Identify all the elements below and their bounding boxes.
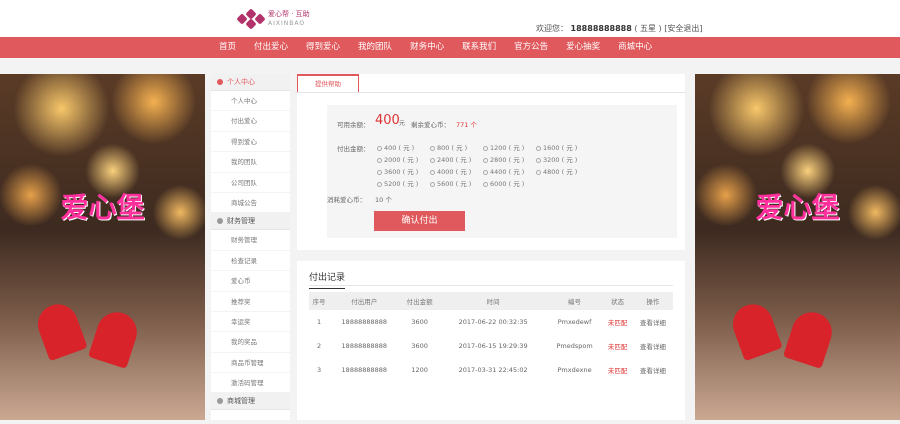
table-header-row: 序号 付出用户 付出金额 时间 编号 状态 操作: [309, 292, 673, 310]
consume-value: 10 个: [375, 196, 392, 204]
sidebar-item-my-team[interactable]: 我的团队: [211, 152, 290, 173]
coin-label: 剩余爱心币：: [411, 121, 450, 129]
sidebar-item-love-coin[interactable]: 爱心币: [211, 271, 290, 292]
background-image-right: 爱心堡: [695, 74, 900, 420]
sidebar-item-give-love[interactable]: 付出爱心: [211, 111, 290, 132]
amount-option-2000[interactable]: 2000 ( 元 ): [377, 154, 418, 164]
sidebar-item-mall-notice[interactable]: 商城公告: [211, 193, 290, 214]
available-value: 400: [375, 113, 400, 128]
background-logo: 爱心堡: [755, 191, 840, 224]
column-header: 付出金额: [399, 292, 440, 310]
consume-label: 消耗爱心币：: [327, 196, 366, 204]
available-label: 可用余额：: [337, 121, 370, 129]
nav-announcements[interactable]: 官方公告: [505, 37, 557, 58]
nav-contact[interactable]: 联系我们: [453, 37, 505, 58]
view-details-link[interactable]: 查看详细: [633, 310, 673, 334]
table-row: 3 18888888888 1200 2017-03-31 22:45:02 P…: [309, 358, 673, 382]
logout-link[interactable]: [安全退出]: [664, 24, 702, 33]
site-logo[interactable]: 爱心帮 · 互助 AIXINBAO: [236, 8, 310, 30]
sidebar-group-personal[interactable]: 个人中心: [211, 74, 290, 91]
nav-home[interactable]: 首页: [210, 37, 245, 58]
view-details-link[interactable]: 查看详细: [633, 334, 673, 358]
sidebar-item-finance[interactable]: 财务管理: [211, 230, 290, 251]
welcome-text: 欢迎您： 18888888888 ( 五星 ) [安全退出]: [536, 23, 702, 34]
finance-icon: [217, 218, 223, 225]
amount-option-400[interactable]: 400 ( 元 ): [377, 142, 414, 152]
help-panel: 提供帮助 可用余额： 400 元 剩余爱心币： 771 个 付出金额： 400 …: [297, 74, 685, 250]
welcome-prefix: 欢迎您：: [536, 24, 568, 33]
sidebar-item-referral[interactable]: 推荐奖: [211, 292, 290, 312]
sidebar-item-goods-coin[interactable]: 商品币管理: [211, 353, 290, 374]
sidebar-group-finance[interactable]: 财务管理: [211, 213, 290, 231]
coin-value: 771 个: [456, 121, 477, 129]
sidebar-item-company-team[interactable]: 公司团队: [211, 173, 290, 193]
user-tag: ( 五星 ): [634, 24, 662, 33]
user-phone: 18888888888: [570, 24, 632, 33]
column-header: 序号: [309, 292, 330, 310]
amount-option-2400[interactable]: 2400 ( 元 ): [430, 154, 471, 164]
logo-mark-icon: [236, 8, 266, 30]
nav-my-team[interactable]: 我的团队: [349, 37, 401, 58]
records-panel: 付出记录 序号 付出用户 付出金额 时间 编号 状态 操作 1 18888888…: [297, 261, 685, 420]
sidebar-item-get-love[interactable]: 得到爱心: [211, 132, 290, 153]
nav-lottery[interactable]: 爱心抽奖: [557, 37, 609, 58]
amount-option-3600[interactable]: 3600 ( 元 ): [377, 166, 418, 176]
column-header: 状态: [602, 292, 633, 310]
background-image-left: 爱心堡: [0, 74, 205, 420]
table-row: 1 18888888888 3600 2017-06-22 00:32:35 P…: [309, 310, 673, 334]
sidebar-group-mall[interactable]: 商城管理: [211, 393, 290, 411]
main-nav: 首页 付出爱心 得到爱心 我的团队 财务中心 联系我们 官方公告 爱心抽奖 商城…: [0, 37, 900, 58]
tab-provide-help[interactable]: 提供帮助: [297, 74, 359, 92]
sidebar-item-records[interactable]: 检查记录: [211, 251, 290, 272]
main-content: 提供帮助 可用余额： 400 元 剩余爱心币： 771 个 付出金额： 400 …: [297, 74, 685, 420]
logo-subtext: AIXINBAO: [268, 20, 306, 27]
amount-option-6000[interactable]: 6000 ( 元 ): [483, 178, 524, 188]
column-header: 付出用户: [329, 292, 400, 310]
sidebar-item-prizes[interactable]: 我的奖品: [211, 332, 290, 353]
amount-option-1600[interactable]: 1600 ( 元 ): [536, 142, 577, 152]
view-details-link[interactable]: 查看详细: [633, 358, 673, 382]
amount-option-800[interactable]: 800 ( 元 ): [430, 142, 467, 152]
records-table: 序号 付出用户 付出金额 时间 编号 状态 操作 1 18888888888 3…: [309, 292, 673, 382]
user-icon: [217, 79, 223, 85]
amount-option-1200[interactable]: 1200 ( 元 ): [483, 142, 524, 152]
mall-icon: [217, 398, 223, 405]
amount-label: 付出金额：: [337, 145, 370, 153]
column-header: 操作: [632, 292, 673, 310]
amount-option-5600[interactable]: 5600 ( 元 ): [430, 178, 471, 188]
available-unit: 元: [399, 120, 406, 127]
top-bar: 爱心帮 · 互助 AIXINBAO 欢迎您： 18888888888 ( 五星 …: [0, 0, 900, 37]
sidebar-item-personal-center[interactable]: 个人中心: [211, 91, 290, 112]
records-title: 付出记录: [309, 270, 346, 289]
table-row: 2 18888888888 3600 2017-06-15 19:29:39 P…: [309, 334, 673, 358]
background-logo: 爱心堡: [60, 191, 145, 224]
column-header: 编号: [546, 292, 603, 310]
nav-mall[interactable]: 商城中心: [609, 37, 661, 58]
nav-get-love[interactable]: 得到爱心: [297, 37, 349, 58]
amount-option-3200[interactable]: 3200 ( 元 ): [536, 154, 577, 164]
sidebar: 个人中心 个人中心 付出爱心 得到爱心 我的团队 公司团队 商城公告 财务管理 …: [211, 74, 290, 420]
amount-option-5200[interactable]: 5200 ( 元 ): [377, 178, 418, 188]
amount-option-2800[interactable]: 2800 ( 元 ): [483, 154, 524, 164]
column-header: 时间: [439, 292, 547, 310]
amount-option-4000[interactable]: 4000 ( 元 ): [430, 166, 471, 176]
sidebar-item-lucky[interactable]: 幸运奖: [211, 312, 290, 333]
confirm-button[interactable]: 确认付出: [374, 211, 465, 231]
logo-text: 爱心帮 · 互助: [268, 10, 310, 18]
amount-option-4800[interactable]: 4800 ( 元 ): [536, 166, 577, 176]
nav-finance[interactable]: 财务中心: [401, 37, 453, 58]
status-badge: 未匹配: [607, 367, 628, 375]
status-badge: 未匹配: [607, 319, 628, 327]
status-badge: 未匹配: [607, 343, 628, 351]
sidebar-item-activation[interactable]: 激活码管理: [211, 373, 290, 394]
nav-give-love[interactable]: 付出爱心: [245, 37, 297, 58]
payment-form: 可用余额： 400 元 剩余爱心币： 771 个 付出金额： 400 ( 元 )…: [327, 105, 677, 238]
amount-option-4400[interactable]: 4400 ( 元 ): [483, 166, 524, 176]
